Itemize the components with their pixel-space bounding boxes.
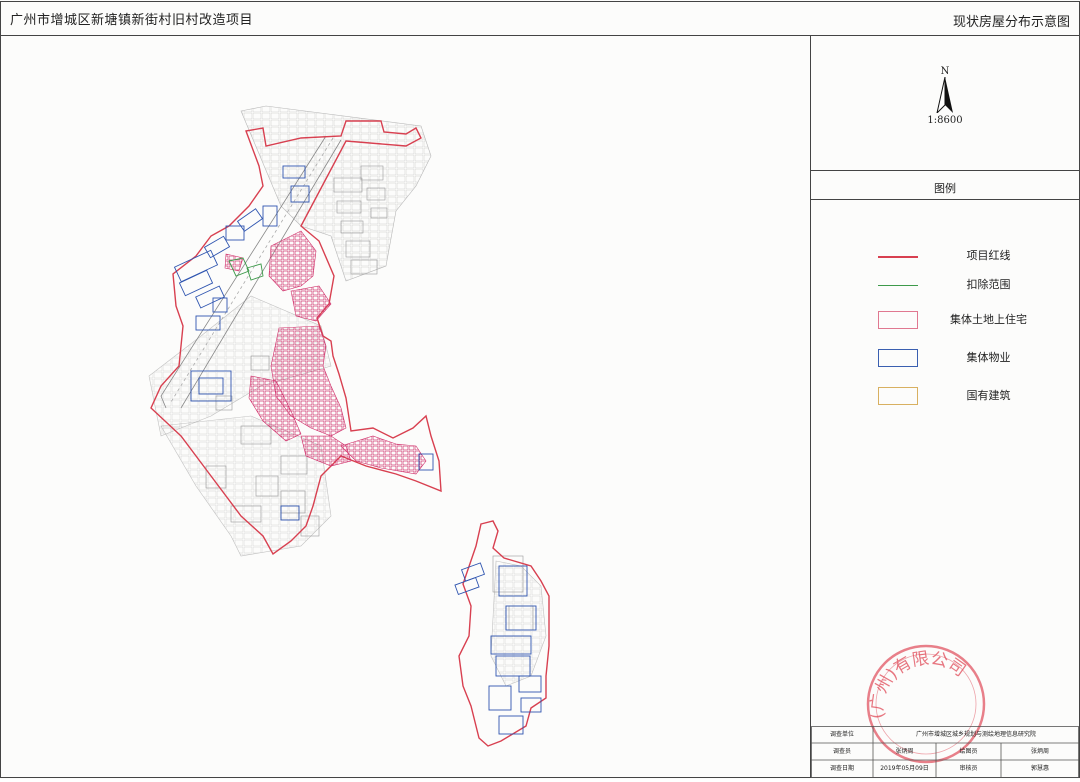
context-buildings: [148, 105, 547, 687]
surveyor-label: 调查员: [832, 748, 851, 755]
drafter-label: 绘图员: [959, 748, 978, 755]
legend-item-state-owned: 国有建筑: [811, 387, 1079, 407]
map-title: 现状房屋分布示意图: [952, 15, 1070, 30]
green-line-symbol: [878, 285, 918, 286]
red-line-symbol: [878, 256, 918, 258]
survey-date-value: 2019年05月09日: [880, 765, 929, 772]
top-border: [0, 1, 1080, 2]
survey-unit-value: 广州市增城区城乡规划与测绘地理信息研究院: [915, 731, 1036, 738]
survey-date-label: 调查日期: [829, 765, 854, 772]
yellow-box-symbol: [878, 387, 918, 405]
legend-item-project-boundary: 项目红线: [811, 247, 1079, 267]
legend-label: 扣除范围: [966, 278, 1011, 291]
reviewer-label: 审核员: [959, 765, 978, 772]
north-arrow: N 1:8600: [811, 66, 1079, 126]
map-area: [1, 36, 810, 778]
map-scale: 1:8600: [927, 115, 963, 126]
map-sheet: 广州市增城区新塘镇新街村旧村改造项目 现状房屋分布示意图 N 1:8600 图例…: [0, 0, 1080, 779]
reviewer-value: 郭慧惠: [1030, 765, 1049, 772]
blue-box-symbol: [878, 349, 918, 367]
legend-label: 集体土地上住宅: [950, 313, 1027, 326]
stamp-text: (广州)有限公司: [867, 648, 969, 720]
legend-item-collective: 集体物业: [811, 349, 1079, 369]
pink-box-symbol: [878, 311, 918, 329]
surveyor-value: 张炳周: [895, 748, 914, 755]
legend-label: 集体物业: [966, 351, 1011, 364]
site-map: [148, 105, 550, 747]
project-title: 广州市增城区新塘镇新街村旧村改造项目: [10, 13, 254, 28]
legend-item-exclusion: 扣除范围: [811, 276, 1079, 296]
legend-label: 项目红线: [966, 249, 1011, 262]
north-label: N: [940, 66, 950, 77]
legend-label: 国有建筑: [966, 389, 1011, 402]
survey-unit-label: 调查单位: [829, 731, 854, 738]
legend-item-residential: 集体土地上住宅: [811, 311, 1079, 331]
legend-title: 图例: [934, 182, 956, 195]
north-arrow-icon: [936, 77, 953, 113]
svg-text:(广州)有限公司: (广州)有限公司: [867, 648, 969, 720]
drafter-value: 张炳周: [1030, 748, 1049, 755]
info-table: 调查单位 广州市增城区城乡规划与测绘地理信息研究院 调查员 张炳周 绘图员 张炳…: [811, 726, 1079, 778]
